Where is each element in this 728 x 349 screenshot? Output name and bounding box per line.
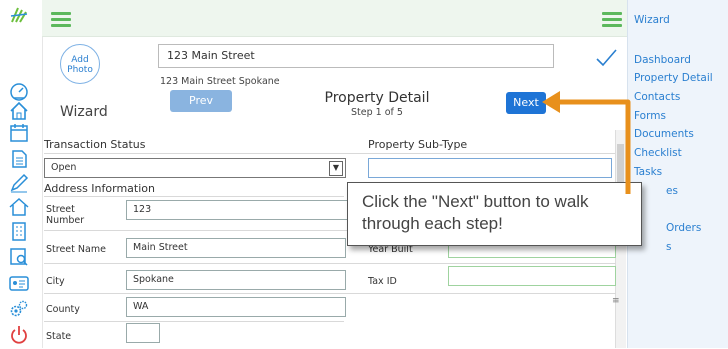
transaction-status-value: Open xyxy=(51,162,77,173)
street-name-label: Street Name xyxy=(46,244,106,255)
divider xyxy=(44,321,344,322)
checkmark-icon[interactable] xyxy=(594,46,618,70)
street-number-label: Street Number xyxy=(46,204,85,226)
pen-icon[interactable] xyxy=(8,172,32,194)
county-input[interactable]: WA xyxy=(126,297,346,317)
building-icon[interactable] xyxy=(8,220,32,242)
nav-partial-item-2[interactable]: s xyxy=(666,241,671,253)
property-subtype-label: Property Sub-Type xyxy=(368,138,468,151)
photo-label-line2: Photo xyxy=(67,65,93,75)
left-icon-bar xyxy=(0,0,43,348)
gauge-icon[interactable] xyxy=(8,80,32,102)
nav-property-detail[interactable]: Property Detail xyxy=(634,72,713,84)
document-icon[interactable] xyxy=(8,148,32,170)
address-info-label: Address Information xyxy=(44,182,155,195)
arrow-icon xyxy=(542,91,631,194)
transaction-status-label: Transaction Status xyxy=(44,138,146,151)
tax-id-input[interactable] xyxy=(448,266,616,286)
power-icon[interactable] xyxy=(8,324,32,346)
address-subtitle: 123 Main Street Spokane xyxy=(160,76,280,87)
step-indicator: Step 1 of 5 xyxy=(351,107,403,118)
step-title: Property Detail xyxy=(324,90,430,106)
prev-button[interactable]: Prev xyxy=(170,90,232,112)
city-input[interactable]: Spokane xyxy=(126,270,346,290)
add-photo-button[interactable]: Add Photo xyxy=(60,44,100,84)
contact-card-icon[interactable] xyxy=(8,272,32,294)
house-outline-icon[interactable] xyxy=(8,196,32,218)
state-input[interactable] xyxy=(126,323,160,343)
home-icon[interactable] xyxy=(8,100,32,122)
tax-id-label: Tax ID xyxy=(368,276,397,287)
divider xyxy=(44,293,616,294)
photo-label-line1: Add xyxy=(71,55,89,65)
nav-dashboard[interactable]: Dashboard xyxy=(634,54,691,66)
rightnav-title: Wizard xyxy=(634,14,670,26)
top-bar xyxy=(42,0,627,37)
logo-icon[interactable] xyxy=(8,4,32,26)
gears-icon[interactable] xyxy=(8,298,32,320)
right-hamburger-icon[interactable] xyxy=(602,12,622,27)
nav-orders[interactable]: Orders xyxy=(666,222,701,234)
resize-handle-icon[interactable]: ≡ xyxy=(612,296,620,306)
city-label: City xyxy=(46,276,65,287)
divider xyxy=(44,196,344,197)
calendar-icon[interactable] xyxy=(8,122,32,144)
search-document-icon[interactable] xyxy=(8,246,32,268)
address-input[interactable]: 123 Main Street xyxy=(158,44,554,68)
transaction-status-select[interactable]: Open ▼ xyxy=(44,158,346,178)
hamburger-icon[interactable] xyxy=(51,12,71,27)
nav-partial-item[interactable]: es xyxy=(666,185,678,197)
state-label: State xyxy=(46,331,72,342)
page-title: Wizard xyxy=(60,104,108,120)
dropdown-arrow-icon[interactable]: ▼ xyxy=(329,161,343,176)
county-label: County xyxy=(46,304,80,315)
divider xyxy=(44,263,616,264)
street-name-input[interactable]: Main Street xyxy=(126,238,346,258)
